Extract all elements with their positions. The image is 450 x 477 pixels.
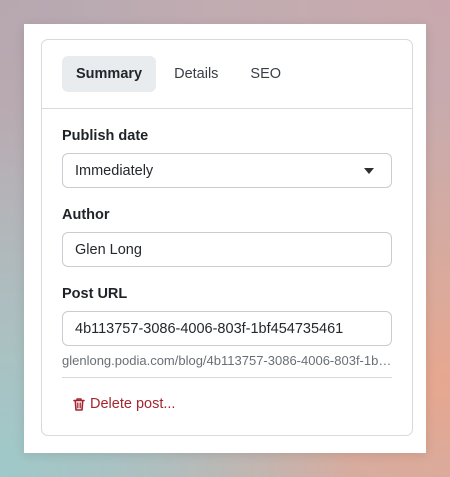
author-label: Author [62,207,110,223]
publish-date-select[interactable]: Immediately [62,153,392,188]
caret-down-icon [364,168,374,174]
dialog-sheet: Summary Details SEO Publish date Immedia… [24,24,426,453]
delete-post-button[interactable]: Delete post... [72,396,175,412]
publish-date-label: Publish date [62,128,149,144]
author-value: Glen Long [75,241,142,258]
panel-body: Publish date Immediately Author Glen Lon… [42,128,412,417]
tab-seo[interactable]: SEO [236,56,295,92]
author-input[interactable]: Glen Long [62,232,392,267]
post-url-input[interactable]: 4b113757-3086-4006-803f-1bf454735461 [62,311,392,346]
delete-post-label: Delete post... [90,396,176,412]
tab-bar: Summary Details SEO [42,40,412,109]
post-settings-panel: Summary Details SEO Publish date Immedia… [41,39,413,436]
publish-date-value: Immediately [75,162,154,179]
post-url-value: 4b113757-3086-4006-803f-1bf454735461 [75,320,344,337]
tab-summary[interactable]: Summary [62,56,157,92]
post-url-label: Post URL [62,286,128,302]
tab-details[interactable]: Details [160,56,232,92]
post-url-preview: glenlong.podia.com/blog/4b113757-3086-40… [62,353,392,368]
divider [62,377,392,378]
trash-icon [73,397,85,411]
